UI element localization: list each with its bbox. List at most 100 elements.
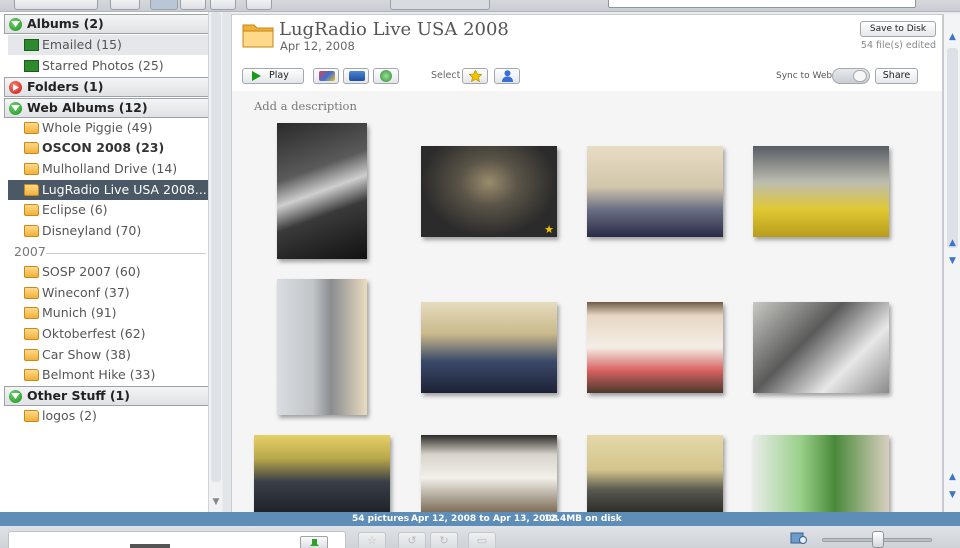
select-people-button[interactable] (494, 68, 520, 84)
thumbnail-size-slider-handle[interactable] (872, 531, 884, 548)
rotate-right-button[interactable]: ↻ (430, 532, 458, 548)
globe-icon (380, 70, 392, 82)
scroll-up-icon[interactable]: ▲ (947, 236, 958, 250)
panel-splitter[interactable] (223, 12, 231, 512)
sidebar-item-disneyland[interactable]: Disneyland (70) (8, 221, 209, 241)
sidebar-item-lugradio-live-usa-2008[interactable]: LugRadio Live USA 2008... (8, 180, 209, 200)
year-divider (46, 253, 206, 254)
sidebar-item-emailed[interactable]: Emailed (15) (8, 35, 209, 55)
select-starred-button[interactable] (462, 68, 488, 84)
photo-grid-scrollbar[interactable]: ▲ ▲ ▼ ▲ ▼ (943, 14, 960, 512)
album-sidebar: Albums (2) Emailed (15) Starred Photos (… (0, 12, 222, 512)
sidebar-item-munich[interactable]: Munich (91) (8, 303, 209, 323)
sidebar-scrollbar[interactable]: ▼ (208, 12, 222, 512)
photo-thumbnail[interactable] (587, 435, 723, 513)
tag-button[interactable]: ▭ (468, 532, 496, 548)
sidebar-item-car-show[interactable]: Car Show (38) (8, 345, 209, 365)
folder-icon (24, 225, 39, 237)
geotag-button[interactable] (373, 68, 399, 84)
sidebar-item-eclipse[interactable]: Eclipse (6) (8, 200, 209, 220)
folder-icon (24, 349, 39, 361)
play-icon[interactable] (9, 81, 22, 94)
rotate-left-button[interactable]: ↺ (398, 532, 426, 548)
scroll-down-icon[interactable]: ▼ (211, 496, 221, 508)
photo-thumbnail[interactable]: ★ (421, 146, 557, 237)
scroll-up-icon[interactable]: ▲ (947, 470, 958, 484)
photo-thumbnail[interactable] (753, 146, 889, 237)
photo-thumbnail[interactable] (587, 146, 723, 237)
star-icon (469, 70, 482, 82)
photo-thumbnail[interactable] (254, 435, 390, 513)
sync-to-web-toggle[interactable] (832, 68, 870, 84)
folder-icon (24, 287, 39, 299)
picture-album-icon (24, 39, 39, 51)
section-folders-label: Folders (1) (27, 79, 104, 94)
picasa-window: Albums (2) Emailed (15) Starred Photos (… (0, 0, 960, 548)
album-description[interactable]: Add a description (254, 99, 357, 113)
toolbar-button[interactable] (110, 0, 140, 10)
sidebar-item-whole-piggie[interactable]: Whole Piggie (49) (8, 118, 209, 138)
section-web-albums[interactable]: Web Albums (12) (4, 98, 209, 118)
chevron-down-icon[interactable] (9, 18, 22, 31)
view-thumbnails-button[interactable] (150, 0, 178, 10)
play-slideshow-button[interactable]: Play (242, 68, 304, 84)
search-input[interactable] (608, 0, 916, 8)
movie-icon (349, 71, 365, 81)
folder-icon (24, 163, 39, 175)
photo-thumbnail[interactable] (277, 279, 367, 415)
section-other-stuff[interactable]: Other Stuff (1) (4, 386, 209, 406)
sidebar-item-belmont-hike[interactable]: Belmont Hike (33) (8, 365, 209, 385)
scroll-up-icon[interactable]: ▲ (947, 30, 958, 44)
sidebar-item-label: Oktoberfest (62) (42, 326, 146, 341)
filter-buttons[interactable] (390, 0, 490, 10)
sidebar-item-logos[interactable]: logos (2) (8, 406, 209, 426)
album-view: LugRadio Live USA 2008 Apr 12, 2008 Save… (231, 14, 943, 513)
movie-button[interactable] (343, 68, 369, 84)
album-title[interactable]: LugRadio Live USA 2008 (279, 19, 509, 40)
photo-tray: ☆ ↺ ↻ ▭ (0, 526, 960, 548)
year-header: 2007 (14, 244, 46, 259)
toolbar-button-2[interactable] (246, 0, 272, 10)
chevron-down-icon[interactable] (9, 390, 22, 403)
folder-icon (24, 307, 39, 319)
album-date[interactable]: Apr 12, 2008 (280, 39, 355, 53)
sidebar-item-starred-photos[interactable]: Starred Photos (25) (8, 56, 209, 76)
sync-to-web-label: Sync to Web (776, 71, 833, 81)
chevron-down-icon[interactable] (9, 102, 22, 115)
status-bar: 54 pictures Apr 12, 2008 to Apr 13, 2008… (0, 512, 960, 526)
photo-grid: Add a description ★ (232, 91, 942, 513)
photo-thumbnail[interactable] (421, 302, 557, 393)
photo-thumbnail[interactable] (587, 302, 723, 393)
sidebar-item-wineconf[interactable]: Wineconf (37) (8, 283, 209, 303)
scroll-down-icon[interactable]: ▼ (947, 254, 958, 268)
photo-thumbnail[interactable] (277, 123, 367, 259)
scroll-down-icon[interactable]: ▼ (947, 488, 958, 502)
folder-icon (24, 184, 39, 196)
sidebar-scrollbar-thumb[interactable] (211, 12, 221, 482)
folder-icon (24, 369, 39, 381)
share-button[interactable]: Share (875, 68, 918, 84)
sync-toggle-knob[interactable] (853, 70, 867, 82)
hold-button[interactable] (300, 536, 328, 548)
view-list-button[interactable] (180, 0, 206, 10)
sidebar-item-mulholland-drive[interactable]: Mulholland Drive (14) (8, 159, 209, 179)
photo-thumbnail[interactable] (421, 435, 557, 513)
sidebar-item-oscon-2008[interactable]: OSCON 2008 (23) (8, 138, 209, 158)
tray-thumbnail[interactable] (130, 544, 170, 548)
folder-icon (24, 204, 39, 216)
section-folders[interactable]: Folders (1) (4, 77, 209, 97)
star-button[interactable]: ☆ (358, 532, 386, 548)
photo-grid-scrollbar-thumb[interactable] (947, 48, 958, 248)
import-button[interactable] (14, 0, 98, 10)
sidebar-item-label: Mulholland Drive (14) (42, 161, 178, 176)
photo-thumbnail[interactable] (753, 302, 889, 393)
section-albums[interactable]: Albums (2) (4, 14, 209, 34)
sidebar-item-oktoberfest[interactable]: Oktoberfest (62) (8, 324, 209, 344)
section-other-stuff-label: Other Stuff (1) (27, 388, 130, 403)
photo-thumbnail[interactable] (753, 435, 889, 513)
play-label: Play (269, 70, 289, 81)
view-button[interactable] (210, 0, 236, 10)
sidebar-item-sosp-2007[interactable]: SOSP 2007 (60) (8, 262, 209, 282)
collage-button[interactable] (313, 68, 339, 84)
save-to-disk-button[interactable]: Save to Disk (860, 21, 936, 37)
